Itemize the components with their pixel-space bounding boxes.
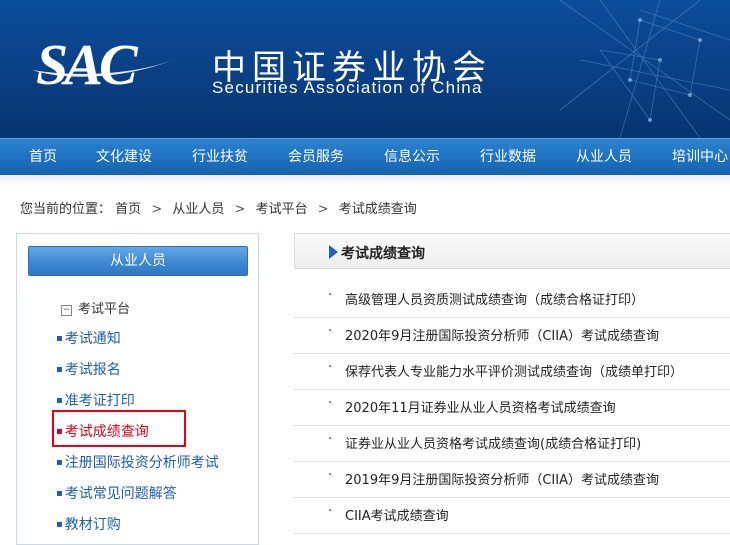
sidebar-link-faq[interactable]: ▪ 考试常见问题解答	[56, 483, 177, 503]
sidebar-link-textbook-order[interactable]: ▪ 教材订购	[56, 514, 121, 534]
breadcrumb-exam-platform[interactable]: 考试平台	[256, 202, 308, 217]
list-item-link[interactable]: 保荐代表人专业能力水平评价测试成绩查询（成绩单打印）	[345, 361, 683, 380]
breadcrumb-separator: >	[151, 202, 163, 217]
breadcrumb-prefix: 您当前的位置：	[20, 202, 112, 217]
list-item: · 高级管理人员资质测试成绩查询（成绩合格证打印）	[294, 281, 730, 318]
nav-item-culture[interactable]: 文化建设	[96, 139, 152, 175]
breadcrumb-practitioners[interactable]: 从业人员	[172, 202, 224, 217]
section-title: 考试成绩查询	[341, 246, 425, 262]
nav-item-practitioners[interactable]: 从业人员	[576, 139, 632, 175]
bullet-icon: ▪	[56, 488, 63, 499]
breadcrumb-home[interactable]: 首页	[115, 202, 141, 217]
bullet-icon: ▪	[56, 519, 63, 530]
list-item: · 2019年9月注册国际投资分析师（CIIA）考试成绩查询	[294, 461, 730, 498]
triangle-right-icon	[329, 245, 338, 259]
active-item-highlight	[52, 410, 186, 447]
bullet-icon: ▪	[56, 333, 63, 344]
nav-shadow	[0, 175, 730, 185]
sidebar-link-exam-registration[interactable]: ▪ 考试报名	[56, 359, 121, 379]
site-banner: SAC 中国证券业协会 Securities Association of Ch…	[0, 0, 730, 138]
list-item-link[interactable]: CIIA考试成绩查询	[345, 505, 449, 524]
sidebar-link-label: 注册国际投资分析师考试	[64, 455, 219, 471]
bullet-icon: ·	[328, 288, 333, 303]
main-nav: 首页 文化建设 行业扶贫 会员服务 信息公示 行业数据 从业人员 培训中心	[0, 138, 730, 175]
svg-text:SAC: SAC	[36, 32, 139, 97]
list-item-link[interactable]: 2020年11月证券业从业人员资格考试成绩查询	[345, 397, 616, 416]
list-item-link[interactable]: 2020年9月注册国际投资分析师（CIIA）考试成绩查询	[345, 325, 659, 344]
bullet-icon: ·	[328, 468, 333, 483]
bullet-icon: ▪	[56, 395, 63, 406]
bullet-icon: ·	[328, 432, 333, 447]
bullet-icon: ·	[328, 396, 333, 411]
section-title-bar: 考试成绩查询	[294, 233, 730, 269]
bullet-icon: ▪	[56, 364, 63, 375]
breadcrumb-separator: >	[317, 202, 329, 217]
bullet-icon: ▪	[56, 457, 63, 468]
sidebar-link-label: 考试报名	[64, 362, 121, 378]
sidebar-header[interactable]: 从业人员	[28, 246, 248, 276]
sidebar-link-ciia-exam[interactable]: ▪ 注册国际投资分析师考试	[56, 452, 219, 472]
nav-item-member-services[interactable]: 会员服务	[288, 139, 344, 175]
site-name-en: Securities Association of China	[212, 78, 483, 97]
list-item: · 保荐代表人专业能力水平评价测试成绩查询（成绩单打印）	[294, 353, 730, 390]
sidebar-link-label: 准考证打印	[64, 393, 135, 409]
sidebar-link-label: 考试常见问题解答	[64, 486, 177, 502]
collapse-icon[interactable]: −	[61, 305, 72, 316]
sidebar-link-exam-notice[interactable]: ▪ 考试通知	[56, 328, 121, 348]
nav-item-industry-data[interactable]: 行业数据	[480, 139, 536, 175]
nav-item-poverty-relief[interactable]: 行业扶贫	[192, 139, 248, 175]
nav-item-public-info[interactable]: 信息公示	[384, 139, 440, 175]
list-item-link[interactable]: 证券业从业人员资格考试成绩查询(成绩合格证打印)	[345, 433, 641, 452]
breadcrumb: 您当前的位置： 首页 > 从业人员 > 考试平台 > 考试成绩查询	[20, 198, 417, 217]
bullet-icon: ·	[328, 360, 333, 375]
nav-item-home[interactable]: 首页	[29, 139, 57, 175]
list-item: · 2020年11月证券业从业人员资格考试成绩查询	[294, 389, 730, 426]
list-item-link[interactable]: 2019年9月注册国际投资分析师（CIIA）考试成绩查询	[345, 469, 659, 488]
list-item: · 2020年9月注册国际投资分析师（CIIA）考试成绩查询	[294, 317, 730, 354]
sidebar-group-label: 考试平台	[78, 302, 131, 317]
nav-item-training[interactable]: 培训中心	[672, 139, 728, 175]
sidebar-link-label: 教材订购	[64, 517, 121, 533]
bullet-icon: ·	[328, 324, 333, 339]
list-item: · CIIA考试成绩查询	[294, 497, 730, 534]
list-item-link[interactable]: 高级管理人员资质测试成绩查询（成绩合格证打印）	[345, 289, 644, 308]
sidebar-link-label: 考试通知	[64, 331, 121, 347]
sidebar-link-admission-ticket[interactable]: ▪ 准考证打印	[56, 390, 135, 410]
list-item: · 证券业从业人员资格考试成绩查询(成绩合格证打印)	[294, 425, 730, 462]
breadcrumb-separator: >	[234, 202, 246, 217]
bullet-icon: ·	[328, 504, 333, 519]
breadcrumb-current: 考试成绩查询	[338, 202, 417, 217]
sac-logo: SAC	[32, 32, 178, 97]
sidebar-group-exam-platform[interactable]: − 考试平台	[61, 298, 130, 317]
